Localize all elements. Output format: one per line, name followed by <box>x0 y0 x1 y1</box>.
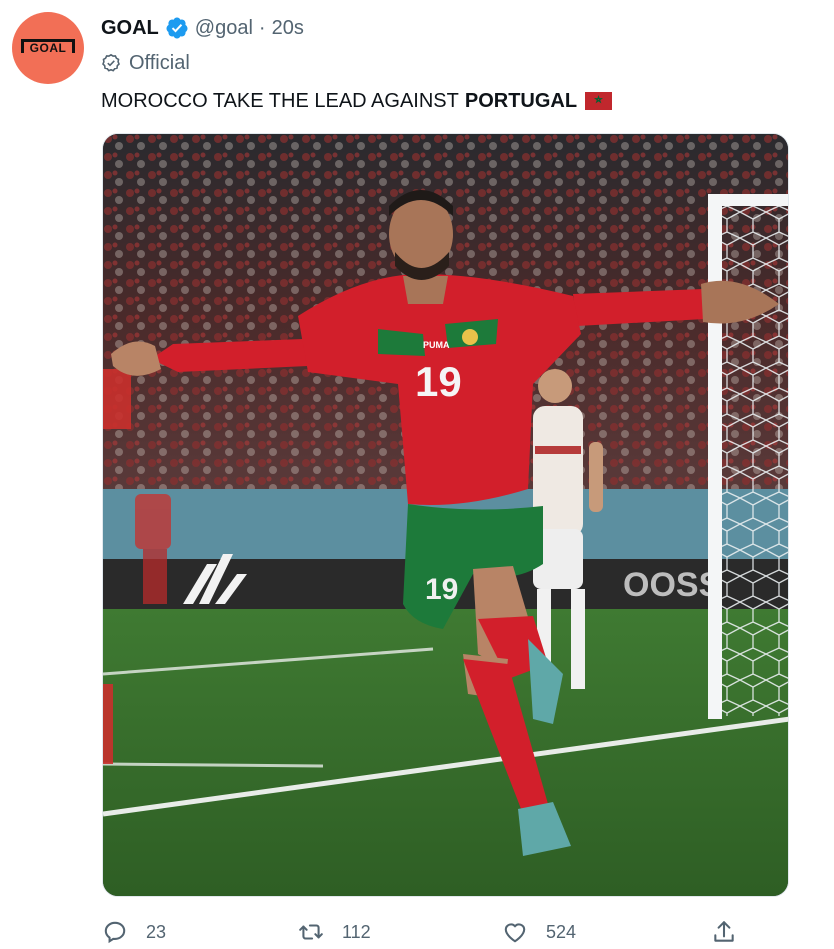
svg-text:OOSS: OOSS <box>623 566 721 604</box>
tweet-photo[interactable]: OOSS 19 PUMA 19 <box>102 133 789 897</box>
svg-text:19: 19 <box>425 573 458 606</box>
tweet-card[interactable]: GOAL GOAL @goal · 20s Official MOROCCO T… <box>0 0 834 949</box>
morocco-flag-icon <box>585 92 613 110</box>
like-count: 524 <box>546 921 577 942</box>
avatar-logo-text: GOAL <box>29 41 67 55</box>
retweet-button[interactable]: 112 <box>298 915 371 949</box>
tweet-timestamp[interactable]: 20s <box>272 17 304 40</box>
heart-icon <box>502 919 528 945</box>
official-label: Official <box>129 51 190 74</box>
shirt-number: 19 <box>415 358 462 405</box>
retweet-icon <box>298 919 324 945</box>
retweet-count: 112 <box>342 921 371 942</box>
like-button[interactable]: 524 <box>502 915 576 949</box>
share-button[interactable] <box>711 915 737 949</box>
tweet-text: MOROCCO TAKE THE LEAD AGAINST PORTUGAL <box>101 87 613 115</box>
reply-icon <box>102 919 128 945</box>
tweet-text-main: MOROCCO TAKE THE LEAD AGAINST <box>101 89 459 112</box>
official-label-row: Official <box>101 50 190 76</box>
shirt-brand: PUMA <box>423 340 450 350</box>
tweet-text-bold: PORTUGAL <box>464 89 578 112</box>
goal-logo: GOAL <box>21 37 75 59</box>
avatar[interactable]: GOAL <box>12 12 84 84</box>
reply-count: 23 <box>146 921 167 942</box>
verified-badge-icon[interactable] <box>165 16 189 40</box>
author-handle[interactable]: @goal <box>195 17 253 40</box>
separator-dot: · <box>258 16 266 39</box>
author-name[interactable]: GOAL <box>101 17 159 40</box>
reply-button[interactable]: 23 <box>102 915 166 949</box>
share-icon <box>711 919 737 945</box>
official-check-icon <box>101 53 121 73</box>
photo-illustration: OOSS 19 PUMA 19 <box>103 134 788 896</box>
tweet-actions: 23 112 524 <box>102 915 742 949</box>
tweet-header: GOAL @goal · 20s <box>101 14 304 42</box>
